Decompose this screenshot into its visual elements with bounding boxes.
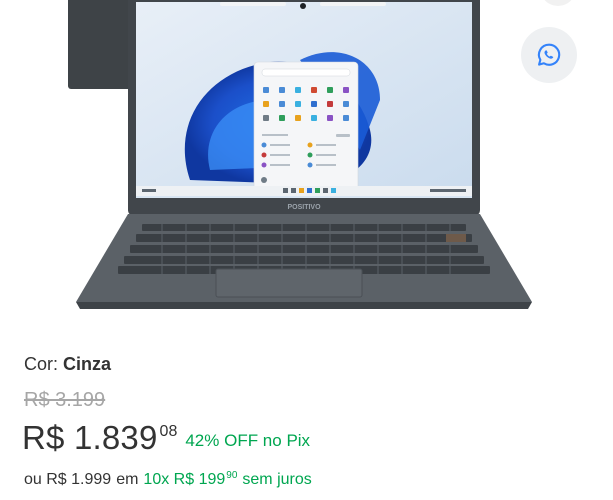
installment-suffix: sem juros — [242, 471, 312, 488]
color-selector[interactable]: Cor: Cinza — [24, 354, 111, 375]
price-block: R$ 1.839 08 42% OFF no Pix — [22, 418, 310, 458]
installment-em: em — [116, 471, 139, 488]
svg-text:POSITIVO: POSITIVO — [287, 204, 321, 211]
color-label: Cor: — [24, 354, 59, 374]
installment-count: 10x R$ 199 — [143, 471, 226, 488]
whatsapp-share-icon — [537, 43, 561, 66]
installment-cents: 90 — [226, 470, 238, 481]
product-image[interactable]: POSITIVO — [0, 0, 613, 338]
current-price-cents: 08 — [159, 423, 178, 440]
discount-badge: 42% OFF no Pix — [185, 431, 311, 450]
installments-info: ou R$ 1.999 em 10x R$ 199 90 sem juros — [24, 470, 312, 489]
installment-prefix: ou R$ 1.999 — [24, 471, 112, 488]
original-price: R$ 3.199 — [24, 389, 106, 411]
current-price: R$ 1.839 — [22, 419, 158, 456]
color-value: Cinza — [63, 354, 112, 374]
share-button[interactable] — [521, 27, 577, 83]
